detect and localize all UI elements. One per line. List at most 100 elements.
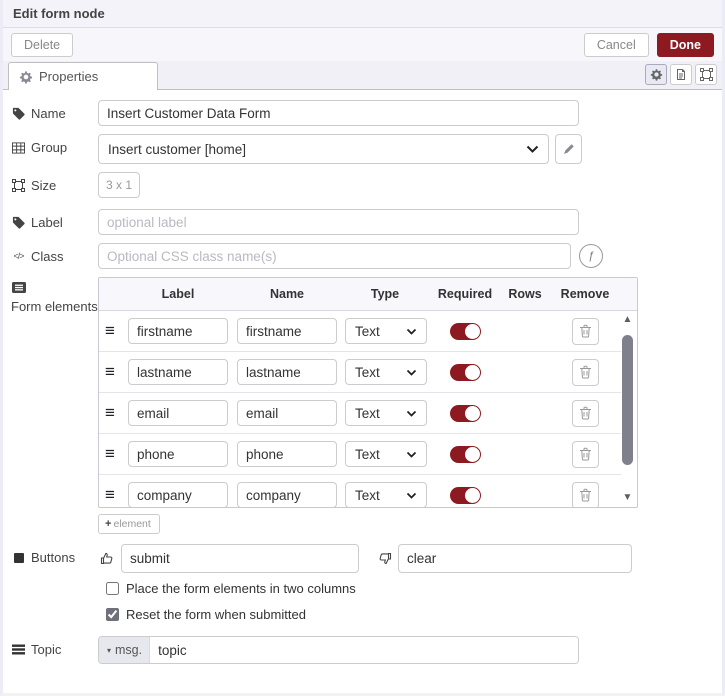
node-properties-button[interactable] (645, 64, 667, 85)
name-cell (233, 441, 341, 467)
delete-element-button[interactable] (571, 358, 599, 386)
required-toggle[interactable] (449, 363, 481, 381)
class-label: </> Class (11, 243, 98, 265)
required-toggle[interactable] (449, 322, 481, 340)
element-name-input[interactable] (237, 359, 337, 385)
toggle-knob (464, 405, 480, 421)
class-input[interactable] (98, 243, 571, 269)
scrollbar-thumb[interactable] (622, 335, 633, 465)
reset-checkbox[interactable] (106, 608, 119, 621)
remove-cell (549, 440, 621, 468)
dialog-title: Edit form node (3, 0, 722, 28)
tab-properties[interactable]: Properties (8, 62, 158, 90)
add-element-button[interactable]: + element (98, 514, 160, 534)
table-icon (11, 141, 26, 154)
thumbs-down-icon (377, 551, 392, 566)
delete-element-button[interactable] (571, 317, 599, 345)
label-cell (123, 441, 233, 467)
element-label-input[interactable] (128, 359, 228, 385)
element-name-input[interactable] (237, 441, 337, 467)
type-cell: Text (341, 441, 429, 467)
edit-form-node-dialog: Edit form node Delete Cancel Done Proper… (0, 0, 725, 696)
delete-button[interactable]: Delete (11, 32, 74, 57)
cancel-button[interactable]: Cancel (583, 32, 649, 57)
gear-icon (650, 68, 663, 81)
required-toggle[interactable] (449, 486, 481, 504)
element-label-input[interactable] (128, 441, 228, 467)
drag-handle-cell: ≡ (99, 403, 123, 423)
dialog-button-row: Delete Cancel Done (3, 28, 722, 61)
trash-icon (579, 488, 592, 502)
required-toggle[interactable] (449, 445, 481, 463)
tag-icon (11, 107, 26, 120)
remove-cell (549, 358, 621, 386)
drag-handle[interactable]: ≡ (99, 403, 115, 422)
name-label: Name (11, 100, 98, 122)
tag-icon (11, 216, 26, 229)
name-cell (233, 359, 341, 385)
label-cell (123, 359, 233, 385)
dynamic-class-button[interactable]: ƒ (579, 244, 603, 268)
trash-icon (579, 406, 592, 420)
element-label-input[interactable] (128, 400, 228, 426)
element-type-select[interactable]: Text (345, 318, 427, 344)
drag-handle[interactable]: ≡ (99, 362, 115, 381)
fx-icon: ƒ (587, 250, 595, 262)
element-type-select[interactable]: Text (345, 482, 427, 507)
toggle-knob (464, 323, 480, 339)
trash-icon (579, 447, 592, 461)
name-cell (233, 482, 341, 507)
required-cell (429, 322, 501, 340)
element-name-input[interactable] (237, 400, 337, 426)
column-remove: Remove (560, 287, 610, 301)
element-label-input[interactable] (128, 318, 228, 344)
code-icon: </> (13, 251, 24, 261)
toggle-knob (464, 446, 480, 462)
element-type-select[interactable]: Text (345, 441, 427, 467)
topic-label: Topic (11, 636, 98, 658)
buttons-label: Buttons (11, 544, 98, 566)
label-cell (123, 482, 233, 507)
element-label-input[interactable] (128, 482, 228, 507)
scroll-down-arrow[interactable]: ▼ (619, 491, 636, 505)
clear-button-input[interactable] (398, 544, 632, 573)
group-select[interactable]: Insert customer [home] (98, 134, 549, 164)
topic-input[interactable] (150, 637, 578, 663)
drag-handle-cell: ≡ (99, 444, 123, 464)
required-toggle[interactable] (449, 404, 481, 422)
type-cell: Text (341, 400, 429, 426)
toggle-knob (464, 487, 480, 503)
node-appearance-button[interactable] (695, 64, 717, 85)
required-cell (429, 363, 501, 381)
chevron-down-icon (406, 328, 417, 335)
scrollbar[interactable]: ▲ ▼ (619, 313, 636, 505)
scroll-up-arrow[interactable]: ▲ (619, 313, 636, 327)
drag-handle[interactable]: ≡ (99, 485, 115, 504)
delete-element-button[interactable] (571, 399, 599, 427)
two-columns-checkbox[interactable] (106, 582, 119, 595)
element-name-input[interactable] (237, 318, 337, 344)
done-button[interactable]: Done (656, 32, 714, 57)
submit-button-input[interactable] (121, 544, 359, 573)
two-columns-option: Place the form elements in two columns (106, 581, 714, 596)
name-row: Name (11, 100, 714, 126)
label-input[interactable] (98, 209, 579, 235)
plus-icon: + (105, 518, 112, 530)
drag-handle[interactable]: ≡ (99, 444, 115, 463)
element-type-select[interactable]: Text (345, 359, 427, 385)
node-description-button[interactable] (670, 64, 692, 85)
delete-element-button[interactable] (571, 440, 599, 468)
label-label: Label (11, 209, 98, 231)
size-button[interactable]: 3 x 1 (98, 172, 140, 198)
name-cell (233, 400, 341, 426)
column-name: Name (269, 287, 305, 301)
name-input[interactable] (98, 100, 579, 126)
reset-label: Reset the form when submitted (126, 607, 306, 622)
element-name-input[interactable] (237, 482, 337, 507)
edit-group-button[interactable] (555, 134, 582, 164)
element-type-select[interactable]: Text (345, 400, 427, 426)
delete-element-button[interactable] (571, 481, 599, 507)
drag-handle[interactable]: ≡ (99, 321, 115, 340)
form-element-row: ≡ Text (99, 311, 621, 352)
topic-type-button[interactable]: ▾ msg. (99, 637, 151, 663)
